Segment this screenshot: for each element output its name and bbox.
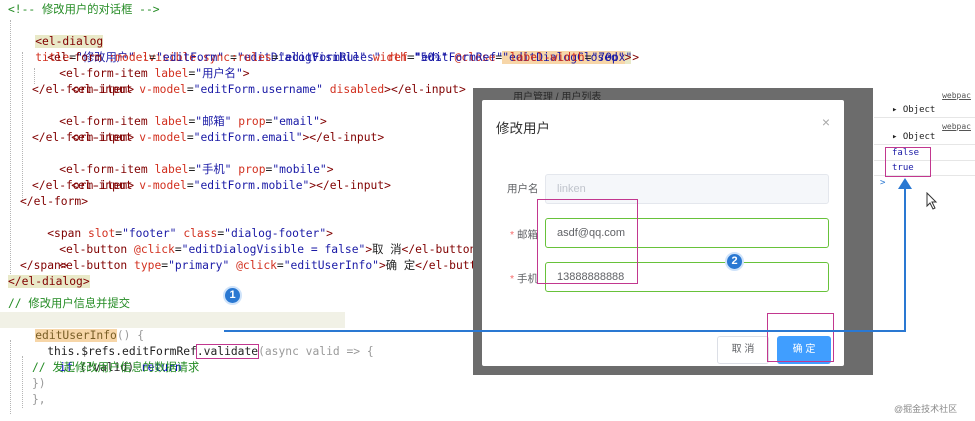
console-row[interactable]: ▸ Object <box>874 103 975 118</box>
required-mark: * <box>510 273 515 285</box>
object-entry[interactable]: Object <box>903 105 936 115</box>
connector-line <box>224 330 905 332</box>
code-line: <el-input v-model="editForm.mobile"></el… <box>71 179 391 192</box>
devtools-console: webpac ▸ Object webpac ▸ Object false tr… <box>874 88 975 288</box>
code-line: </el-form-item> <box>32 83 135 96</box>
code-line: // 发起修改用户信息的数据请求 <box>32 361 200 374</box>
code-line: <el-form-item label="用户名"> <box>59 67 250 80</box>
code-line: }, <box>32 393 46 406</box>
code-line: <span slot="footer" class="dialog-footer… <box>47 227 333 240</box>
connector-line <box>904 186 906 332</box>
console-row: webpac <box>874 88 975 103</box>
arrow-head-icon <box>898 178 912 189</box>
required-mark: * <box>510 229 515 241</box>
code-line: editUserInfo() { <box>35 329 145 342</box>
prompt-icon: > <box>880 178 886 188</box>
console-prompt[interactable]: > <box>874 176 975 191</box>
code-line: </el-form-item> <box>32 131 135 144</box>
code-line: <el-button @click="editDialogVisible = f… <box>59 243 484 256</box>
code-line: <!-- 修改用户的对话框 --> <box>8 3 160 16</box>
mobile-label: * 手机 <box>510 273 539 285</box>
source-link[interactable]: webpac <box>942 88 971 103</box>
cancel-button[interactable]: 取 消 <box>717 336 769 364</box>
highlight-box-console <box>885 147 931 177</box>
code-line: // 修改用户信息并提交 <box>8 297 131 310</box>
code-line: </el-dialog> <box>8 275 90 288</box>
code-line: <el-button type="primary" @click="editUs… <box>59 259 497 272</box>
code-line: <el-input v-model="editForm.email"></el-… <box>71 131 385 144</box>
code-line: if (!valid) return <box>59 361 182 374</box>
step-badge-1: 1 <box>223 286 242 305</box>
highlight-box-confirm <box>767 313 834 362</box>
highlight-box-fields <box>537 199 638 284</box>
code-line: }) <box>32 377 46 390</box>
dialog-title: 修改用户 <box>496 121 550 136</box>
object-entry[interactable]: Object <box>903 132 936 142</box>
code-line: <el-form-item label="手机" prop="mobile"> <box>59 163 334 176</box>
username-label: 用户名 <box>507 183 539 195</box>
watermark: @掘金技术社区 <box>894 404 958 414</box>
close-icon[interactable]: × <box>822 114 830 130</box>
code-line: <el-input v-model="editForm.username" di… <box>71 83 466 96</box>
step-badge-2: 2 <box>725 252 744 271</box>
validate-call-highlight: .validate <box>195 344 260 359</box>
code-line: <el-dialog title="修改用户" :visible.sync="e… <box>35 35 632 64</box>
email-label: * 邮箱 <box>510 229 539 241</box>
code-line: <el-form :model="editForm" :rules="editF… <box>47 51 640 64</box>
code-line: <el-form-item label="邮箱" prop="email"> <box>59 115 327 128</box>
console-row[interactable]: ▸ Object <box>874 130 975 145</box>
mouse-cursor-icon <box>926 192 938 210</box>
code-line: </span> <box>20 259 68 272</box>
code-line: </el-form-item> <box>32 179 135 192</box>
code-line: </el-form> <box>20 195 89 208</box>
